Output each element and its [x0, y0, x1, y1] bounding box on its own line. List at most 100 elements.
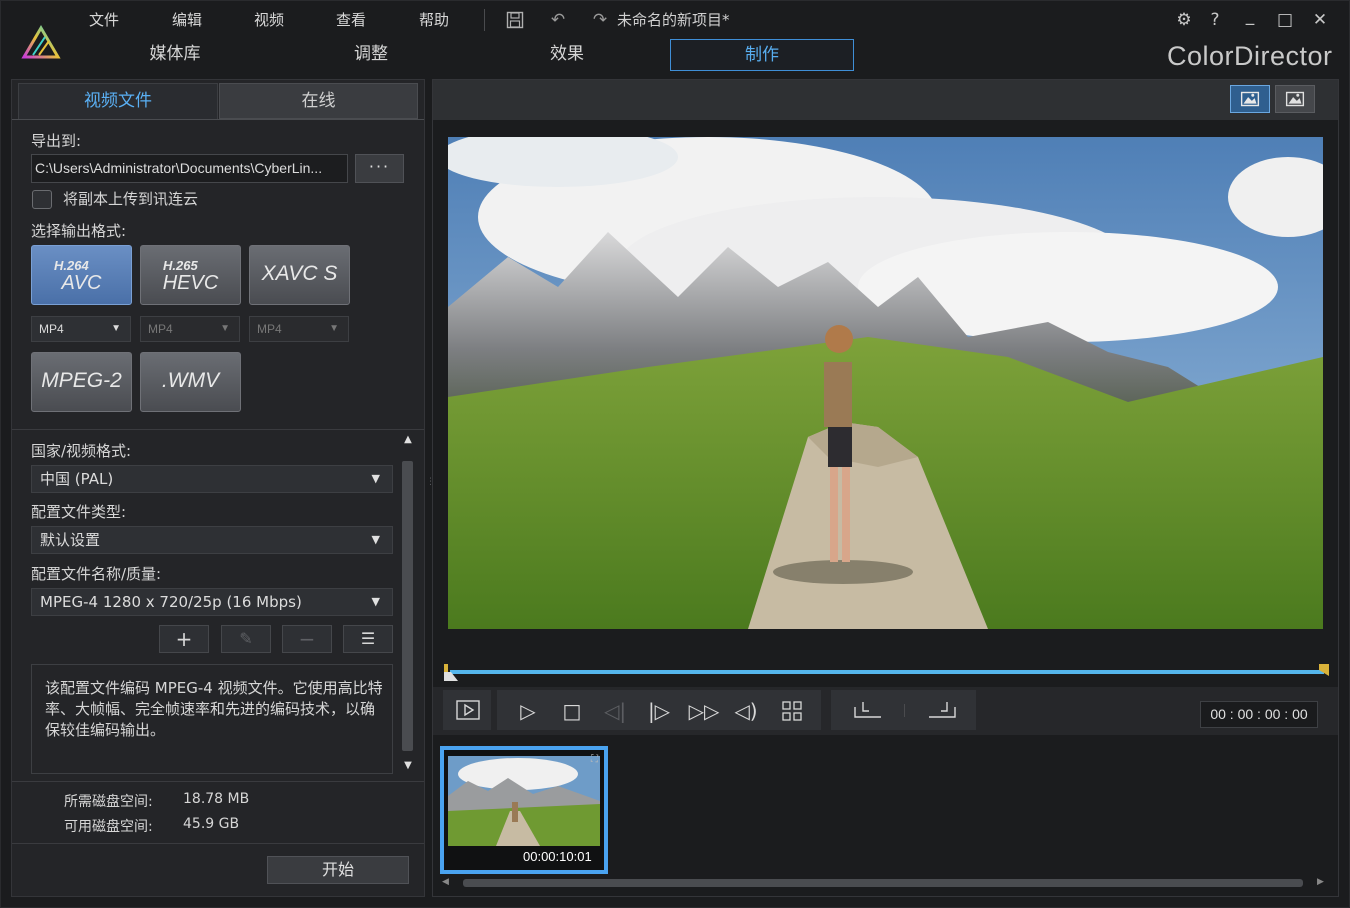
- profile-name-select[interactable]: MPEG-4 1280 x 720/25p (16 Mbps) ▼: [31, 588, 393, 616]
- chevron-down-icon: ▼: [371, 472, 380, 485]
- subtab-online[interactable]: 在线: [219, 83, 418, 119]
- redo-icon[interactable]: ↷: [588, 9, 612, 31]
- scroll-down-icon[interactable]: ▼: [402, 760, 414, 771]
- clip-duration: 00:00:10:01: [523, 849, 592, 864]
- clip-tray-scrollbar[interactable]: [463, 879, 1303, 887]
- profile-name-value: MPEG-4 1280 x 720/25p (16 Mbps): [40, 593, 302, 611]
- settings-scrollbar[interactable]: [402, 461, 413, 751]
- format-h265-caption: H.265: [163, 258, 198, 273]
- project-title: 未命名的新项目*: [617, 11, 730, 29]
- section-divider: [12, 429, 424, 430]
- tab-media-library[interactable]: 媒体库: [101, 39, 249, 71]
- format-mpeg2-button[interactable]: MPEG-2: [31, 352, 132, 412]
- country-format-value: 中国 (PAL): [40, 470, 114, 488]
- export-to-label: 导出到:: [31, 132, 82, 150]
- undo-icon[interactable]: ↶: [546, 9, 570, 31]
- section-divider: [12, 781, 424, 782]
- chevron-down-icon: ▼: [371, 595, 380, 608]
- format-wmv-button[interactable]: .WMV: [140, 352, 241, 412]
- tab-effects[interactable]: 效果: [493, 39, 641, 71]
- chevron-down-icon: ▼: [111, 323, 121, 334]
- timeline-slider[interactable]: [450, 670, 1324, 674]
- upload-cloud-checkbox[interactable]: [32, 190, 52, 209]
- browse-button[interactable]: ···: [355, 154, 404, 183]
- video-preview-image: [448, 137, 1323, 629]
- format-xavcs-button[interactable]: XAVC S: [249, 245, 350, 305]
- profile-type-value: 默认设置: [40, 531, 101, 549]
- app-logo-icon: [21, 25, 61, 59]
- fast-forward-icon[interactable]: ▷▷: [687, 694, 721, 728]
- remove-profile-button[interactable]: −: [282, 625, 332, 653]
- clip-mode-icon[interactable]: [456, 699, 480, 721]
- mark-in-icon[interactable]: [853, 699, 883, 721]
- menu-edit[interactable]: 编辑: [172, 9, 202, 31]
- container-select-avc[interactable]: MP4 ▼: [31, 316, 131, 342]
- tab-adjust[interactable]: 调整: [297, 39, 445, 71]
- profile-name-label: 配置文件名称/质量:: [31, 565, 162, 583]
- container-hevc-value: MP4: [148, 322, 173, 336]
- mark-out-icon[interactable]: [927, 699, 957, 721]
- grid-layout-icon[interactable]: [781, 700, 803, 722]
- section-divider: [12, 843, 424, 844]
- view-mode-split-icon[interactable]: [1230, 85, 1270, 113]
- scroll-left-icon[interactable]: ◀: [442, 877, 449, 887]
- menu-file[interactable]: 文件: [89, 9, 119, 31]
- view-mode-single-icon[interactable]: [1275, 85, 1315, 113]
- edit-profile-pencil-icon[interactable]: ✎: [221, 625, 271, 653]
- menu-view[interactable]: 查看: [336, 9, 366, 31]
- volume-icon[interactable]: ◁): [731, 694, 761, 728]
- container-select-hevc: MP4 ▼: [140, 316, 240, 342]
- save-icon[interactable]: [506, 11, 524, 29]
- mark-out-handle-icon[interactable]: [1317, 663, 1331, 677]
- country-format-select[interactable]: 中国 (PAL) ▼: [31, 465, 393, 493]
- stop-icon[interactable]: □: [557, 694, 587, 728]
- export-path-field[interactable]: C:\Users\Administrator\Documents\CyberLi…: [31, 154, 348, 183]
- profile-details-icon[interactable]: ☰: [343, 625, 393, 653]
- brand-name: ColorDirector: [1167, 41, 1333, 71]
- help-icon[interactable]: ?: [1201, 7, 1229, 33]
- menu-separator: [484, 9, 485, 31]
- clip-thumbnail-image: [448, 756, 600, 846]
- format-h264-avc-button[interactable]: H.264 AVC: [31, 245, 132, 305]
- add-profile-button[interactable]: +: [159, 625, 209, 653]
- disk-available-label: 可用磁盘空间:: [64, 819, 153, 835]
- menu-video[interactable]: 视频: [254, 9, 284, 31]
- panel-resize-handle[interactable]: ⋮: [426, 478, 435, 497]
- scroll-up-icon[interactable]: ▲: [402, 434, 414, 445]
- upload-cloud-label: 将副本上传到讯连云: [63, 190, 199, 208]
- container-xavcs-value: MP4: [257, 322, 282, 336]
- chevron-down-icon: ▼: [329, 323, 339, 334]
- subtab-video-file[interactable]: 视频文件: [18, 83, 218, 119]
- profile-type-label: 配置文件类型:: [31, 503, 127, 521]
- disk-required-label: 所需磁盘空间:: [64, 794, 153, 810]
- play-icon[interactable]: ▷: [513, 694, 543, 728]
- subtab-underline: [12, 119, 424, 120]
- settings-gear-icon[interactable]: ⚙: [1170, 7, 1198, 33]
- container-select-xavcs: MP4 ▼: [249, 316, 349, 342]
- format-mpeg2-label: MPEG-2: [41, 369, 122, 392]
- container-avc-value: MP4: [39, 322, 64, 336]
- close-button[interactable]: ✕: [1306, 7, 1334, 33]
- previous-frame-icon[interactable]: ◁|: [600, 694, 630, 728]
- format-xavcs-label: XAVC S: [261, 262, 338, 285]
- profile-description: 该配置文件编码 MPEG-4 视频文件。它使用高比特率、大帧幅、完全帧速率和先进…: [31, 664, 393, 774]
- format-h265-hevc-button[interactable]: H.265 HEVC: [140, 245, 241, 305]
- output-format-label: 选择输出格式:: [31, 222, 127, 240]
- format-h264-caption: H.264: [54, 258, 89, 273]
- disk-required-value: 18.78 MB: [183, 791, 250, 807]
- country-format-label: 国家/视频格式:: [31, 442, 132, 460]
- start-button[interactable]: 开始: [267, 856, 409, 884]
- timecode-display: 00 : 00 : 00 : 00: [1200, 701, 1318, 728]
- mark-in-handle-icon[interactable]: [442, 663, 460, 683]
- format-avc-label: AVC: [61, 272, 102, 294]
- tab-produce[interactable]: 制作: [670, 39, 854, 71]
- chevron-down-icon: ▼: [220, 323, 230, 334]
- maximize-button[interactable]: □: [1271, 7, 1299, 33]
- minimize-button[interactable]: _: [1236, 3, 1264, 29]
- next-frame-icon[interactable]: |▷: [644, 694, 674, 728]
- profile-type-select[interactable]: 默认设置 ▼: [31, 526, 393, 554]
- chevron-down-icon: ▼: [371, 533, 380, 546]
- scroll-right-icon[interactable]: ▶: [1317, 877, 1324, 887]
- menu-help[interactable]: 帮助: [419, 9, 449, 31]
- clip-expand-icon: ⛶: [591, 754, 598, 765]
